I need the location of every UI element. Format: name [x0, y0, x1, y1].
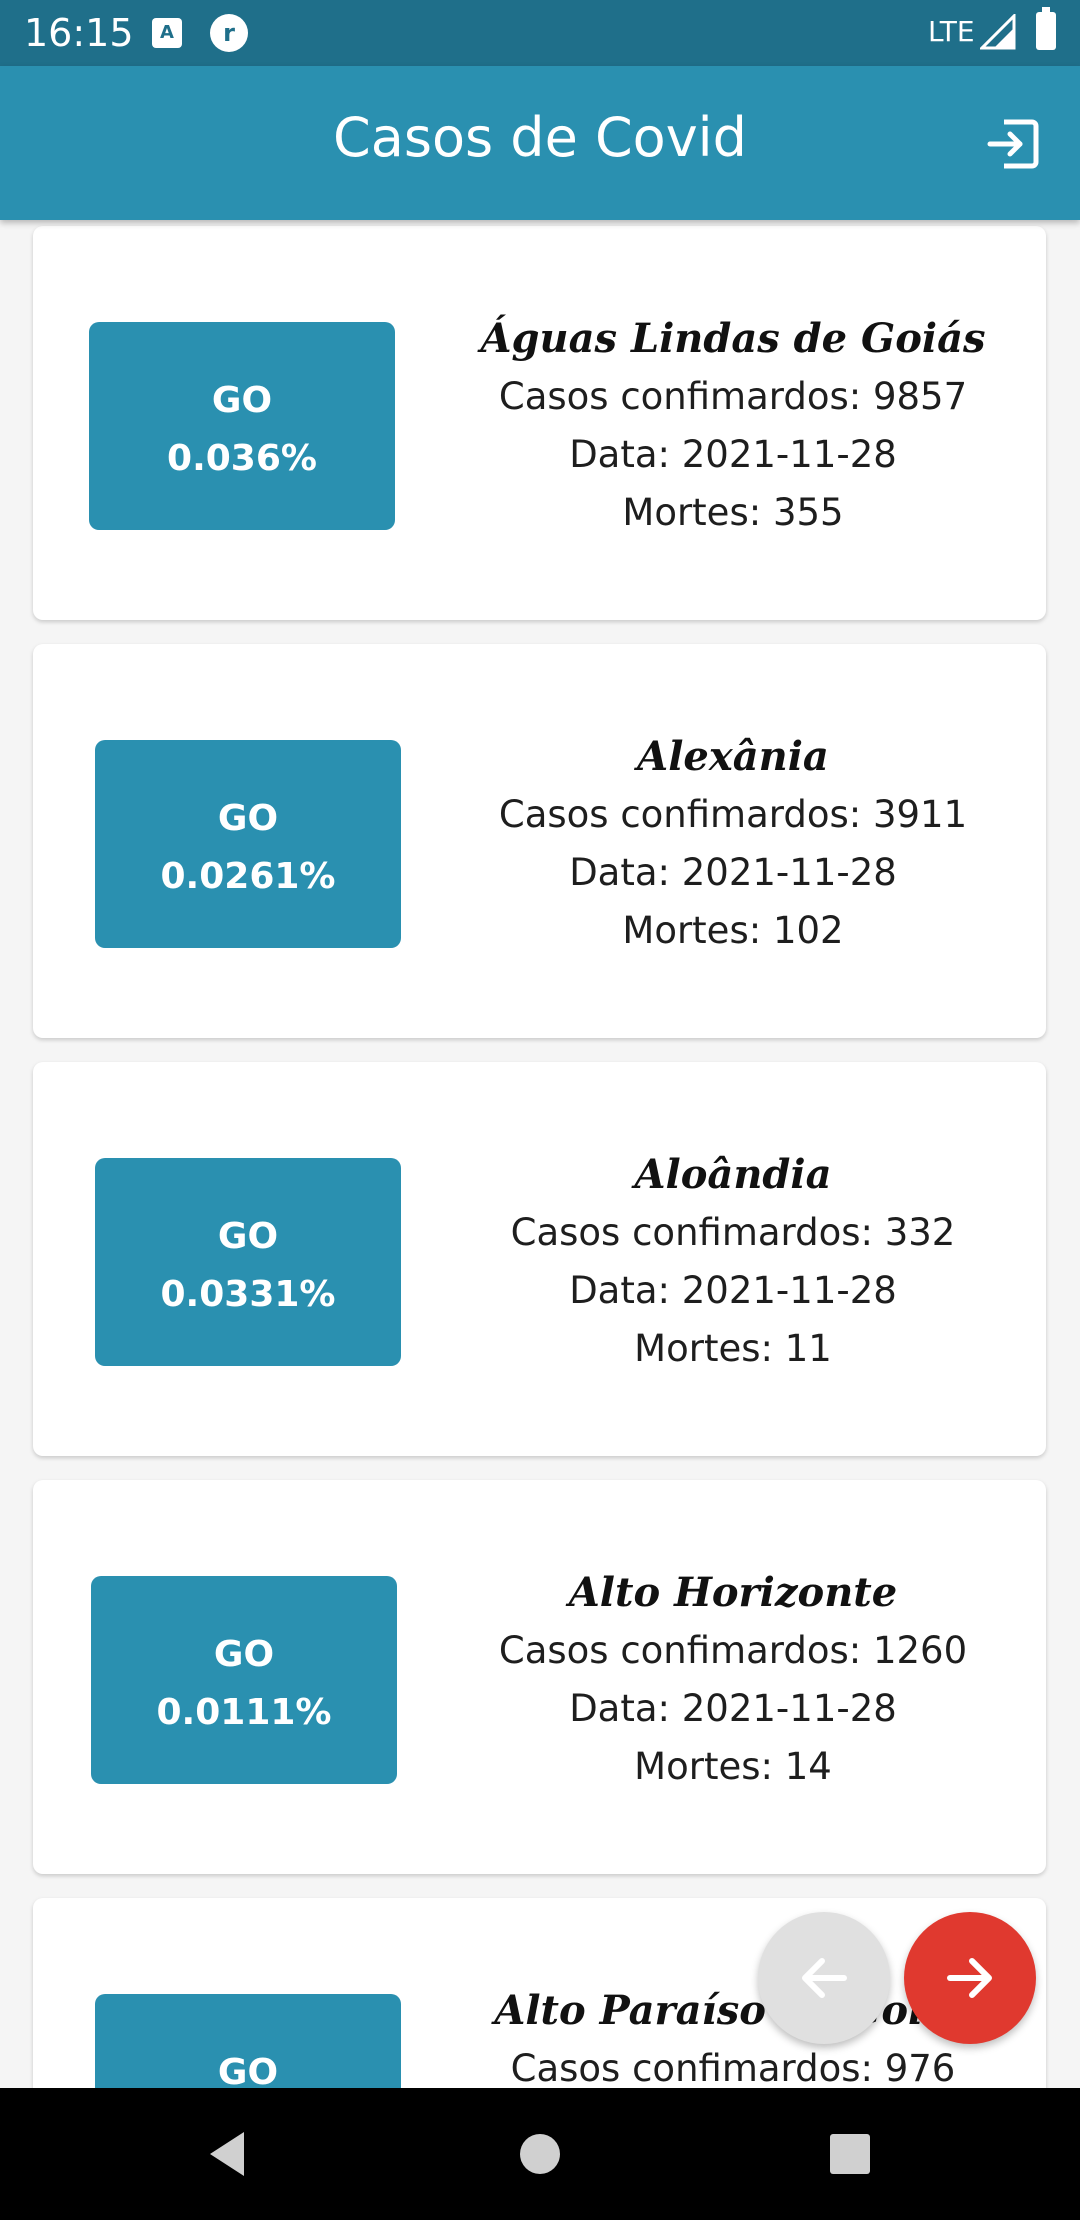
- case-date: Data: 2021-11-28: [569, 1269, 897, 1312]
- battery-icon: [1036, 7, 1056, 50]
- confirmed-cases: Casos confimardos: 3911: [498, 793, 968, 836]
- app-r-icon: r: [210, 14, 248, 52]
- case-card[interactable]: GO 0.0261% Alexânia Casos confimardos: 3…: [33, 644, 1046, 1038]
- confirmed-cases: Casos confimardos: 976: [510, 2047, 956, 2088]
- city-name: Águas Lindas de Goiás: [480, 315, 986, 362]
- recents-icon[interactable]: [818, 2122, 882, 2186]
- network-type: LTE: [928, 15, 975, 48]
- case-percent: 0.036%: [167, 438, 317, 479]
- case-card[interactable]: GO 0.0111% Alto Horizonte Casos confimar…: [33, 1480, 1046, 1874]
- case-info: Alexânia Casos confimardos: 3911 Data: 2…: [453, 728, 1013, 960]
- cases-list[interactable]: GO 0.036% Águas Lindas de Goiás Casos co…: [0, 220, 1080, 2088]
- system-nav-bar: [0, 2088, 1080, 2220]
- case-card[interactable]: GO Alto Paraíso de Goiás Casos confimard…: [33, 1898, 1046, 2088]
- city-name: Alto Horizonte: [568, 1569, 898, 1616]
- previous-page-button[interactable]: [758, 1912, 890, 2044]
- state-code: GO: [217, 1216, 279, 1257]
- case-card[interactable]: GO 0.0331% Aloândia Casos confimardos: 3…: [33, 1062, 1046, 1456]
- city-name: Alexânia: [637, 733, 829, 780]
- case-percent: 0.0331%: [160, 1274, 336, 1315]
- state-code: GO: [213, 1634, 275, 1675]
- page-title: Casos de Covid: [333, 106, 747, 169]
- back-icon[interactable]: [198, 2122, 262, 2186]
- state-code: GO: [211, 380, 273, 421]
- arrow-left-icon: [802, 1958, 847, 1998]
- case-date: Data: 2021-11-28: [569, 1687, 897, 1730]
- state-badge: GO 0.036%: [89, 322, 395, 530]
- case-info: Alto Horizonte Casos confimardos: 1260 D…: [453, 1564, 1013, 1796]
- case-info: Aloândia Casos confimardos: 332 Data: 20…: [453, 1146, 1013, 1378]
- logout-icon[interactable]: [982, 114, 1042, 174]
- state-code: GO: [217, 798, 279, 839]
- deaths: Mortes: 11: [634, 1327, 832, 1370]
- case-card[interactable]: GO 0.036% Águas Lindas de Goiás Casos co…: [33, 226, 1046, 620]
- keyboard-a-icon: A: [152, 18, 182, 48]
- app-bar: Casos de Covid: [0, 66, 1080, 220]
- status-bar: 16:15 A r LTE: [0, 0, 1080, 66]
- status-time: 16:15: [24, 11, 134, 55]
- state-badge: GO 0.0261%: [95, 740, 401, 948]
- confirmed-cases: Casos confimardos: 9857: [498, 375, 968, 418]
- state-badge: GO 0.0331%: [95, 1158, 401, 1366]
- case-date: Data: 2021-11-28: [569, 851, 897, 894]
- state-code: GO: [217, 2052, 279, 2088]
- case-percent: 0.0111%: [156, 1692, 332, 1733]
- signal-icon: [980, 14, 1016, 50]
- case-percent: 0.0261%: [160, 856, 336, 897]
- deaths: Mortes: 102: [622, 909, 844, 952]
- confirmed-cases: Casos confimardos: 1260: [498, 1629, 968, 1672]
- city-name: Aloândia: [634, 1151, 832, 1198]
- case-info: Águas Lindas de Goiás Casos confimardos:…: [453, 310, 1013, 542]
- case-date: Data: 2021-11-28: [569, 433, 897, 476]
- home-icon[interactable]: [508, 2122, 572, 2186]
- deaths: Mortes: 355: [622, 491, 844, 534]
- arrow-right-icon: [947, 1958, 992, 1998]
- deaths: Mortes: 14: [634, 1745, 832, 1788]
- next-page-button[interactable]: [904, 1912, 1036, 2044]
- app-screen: 16:15 A r LTE Casos de Covid GO 0.036% Á…: [0, 0, 1080, 2220]
- state-badge: GO: [95, 1994, 401, 2088]
- confirmed-cases: Casos confimardos: 332: [510, 1211, 956, 1254]
- state-badge: GO 0.0111%: [91, 1576, 397, 1784]
